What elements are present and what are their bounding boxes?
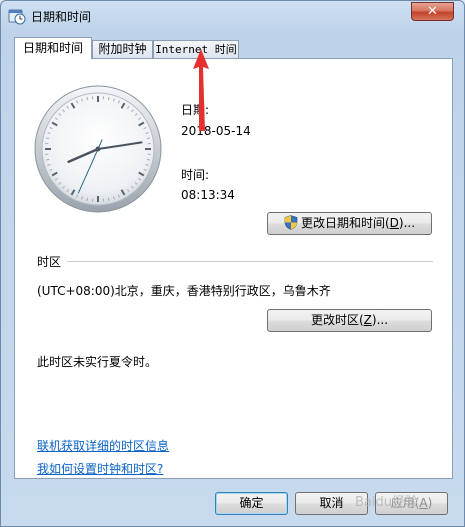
time-label: 时间: (181, 168, 210, 182)
window-title: 日期和时间 (31, 10, 92, 24)
change-timezone-button[interactable]: 更改时区(Z)... (267, 309, 432, 332)
clock-minute-tick (46, 137, 50, 140)
uac-shield-icon (284, 215, 298, 230)
apply-accesskey: A (419, 496, 428, 510)
annotation-arrow (193, 49, 209, 131)
ok-button[interactable]: 确定 (215, 492, 288, 515)
change-date-time-label: 更改日期和时间( (300, 216, 390, 230)
change-date-time-suffix: )... (398, 216, 416, 230)
date-time-dialog: 日期和时间 ✕ 日期和时间 附加时钟 Internet 时间 日期: 2018-… (0, 0, 465, 527)
title-bar[interactable]: 日期和时间 ✕ (1, 1, 464, 31)
time-value: 08:13:34 (181, 188, 235, 202)
analog-clock (34, 85, 162, 213)
change-date-time-accesskey: D (389, 216, 399, 230)
tab-additional-clocks[interactable]: 附加时钟 (92, 40, 153, 58)
watermark-text: Baidu经验 (355, 495, 418, 510)
change-timezone-label: 更改时区( (310, 313, 364, 327)
change-timezone-suffix: )... (371, 313, 389, 327)
tab-label: 日期和时间 (22, 41, 83, 55)
tab-date-time[interactable]: 日期和时间 (14, 37, 92, 59)
change-timezone-accesskey: Z (363, 313, 372, 327)
ok-label: 确定 (239, 496, 264, 510)
close-icon: ✕ (427, 4, 438, 19)
timezone-divider (67, 261, 433, 262)
clock-minute-tick (86, 197, 89, 201)
clock-calendar-icon (8, 9, 26, 25)
clock-minute-tick (46, 158, 50, 161)
online-timezone-info-link[interactable]: 联机获取详细的时区信息 (37, 437, 169, 454)
dst-note: 此时区未实行夏令时。 (37, 355, 158, 369)
clock-minute-tick (86, 97, 89, 101)
change-date-time-button[interactable]: 更改日期和时间(D)... (267, 212, 432, 235)
timezone-value: (UTC+08:00)北京，重庆，香港特别行政区，乌鲁木齐 (37, 284, 331, 298)
timezone-section-label: 时区 (37, 255, 62, 269)
clock-minute-tick (146, 158, 150, 161)
tab-label: 附加时钟 (98, 42, 147, 56)
clock-minute-tick (146, 137, 150, 140)
how-to-set-clock-link[interactable]: 我如何设置时钟和时区? (37, 460, 163, 477)
tab-page-date-time: 日期: 2018-05-14 时间: 08:13:34 更改日期和时间(D)..… (14, 58, 453, 479)
clock-minute-tick (107, 197, 110, 201)
clock-minute-tick (107, 97, 110, 101)
close-button[interactable]: ✕ (411, 2, 454, 21)
cancel-label: 取消 (319, 496, 344, 510)
